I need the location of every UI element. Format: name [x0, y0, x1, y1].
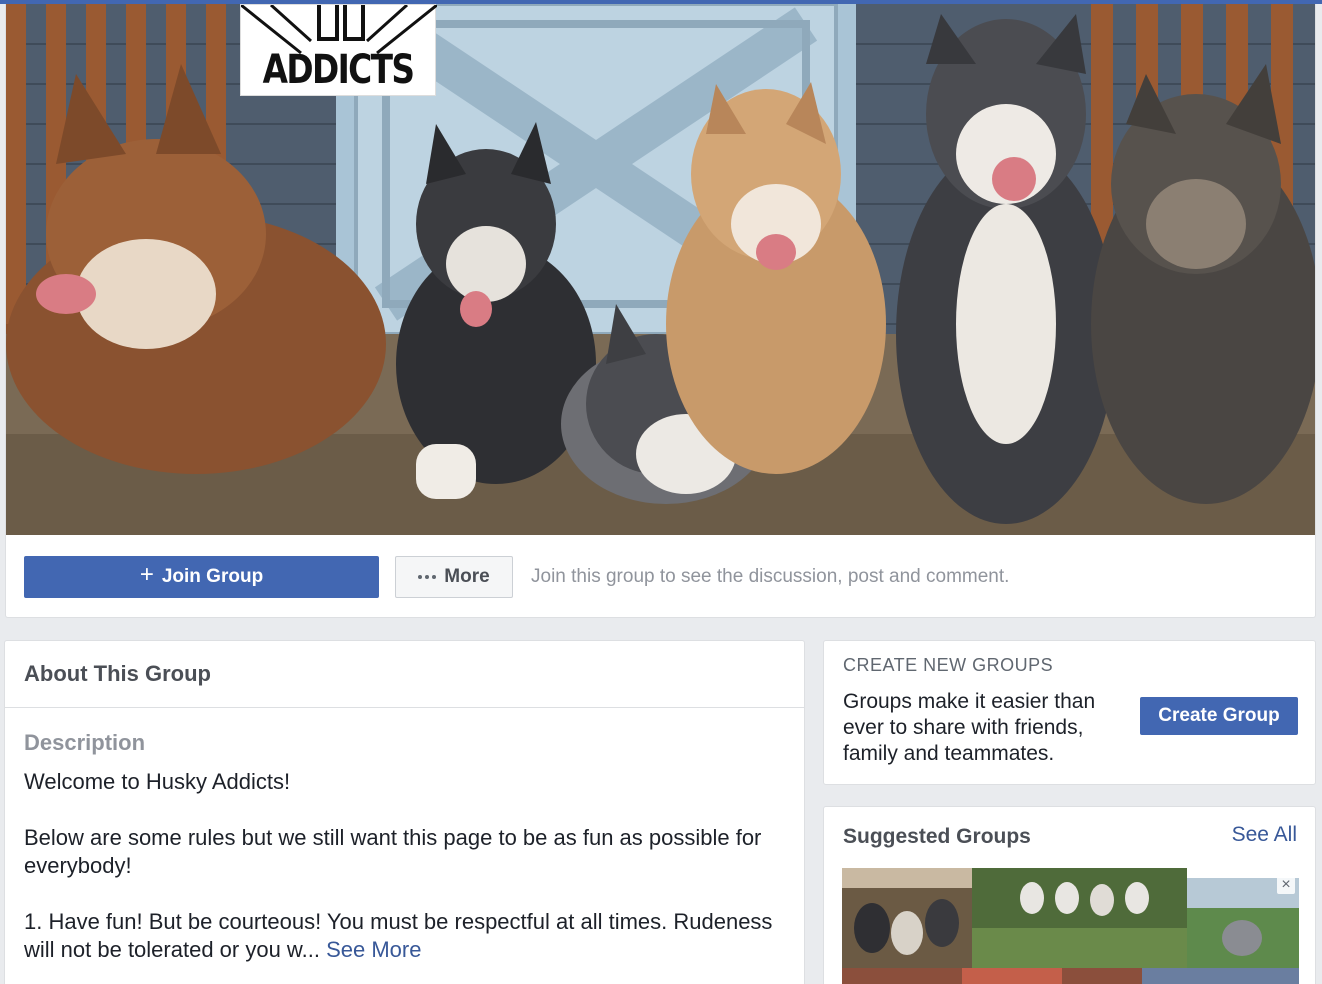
description-paragraph: 1. Have fun! But be courteous! You must … [24, 908, 785, 964]
create-groups-card: CREATE NEW GROUPS Groups make it easier … [823, 640, 1316, 785]
create-groups-header: CREATE NEW GROUPS [843, 655, 1054, 675]
join-group-button[interactable]: + Join Group [24, 556, 379, 598]
description-paragraph: Below are some rules but we still want t… [24, 825, 762, 878]
cover-photo: ADDICTS [6, 4, 1315, 535]
plus-icon: + [139, 561, 154, 588]
about-group-card: About This Group Description Welcome to … [4, 640, 805, 984]
more-label: More [444, 566, 490, 587]
group-cover-card: ADDICTS + Join Group More Join this grou… [5, 4, 1316, 618]
more-button[interactable]: More [395, 556, 513, 598]
dots-icon [418, 575, 437, 579]
join-group-label: Join Group [161, 566, 264, 587]
about-title: About This Group [5, 641, 804, 708]
create-group-button[interactable]: Create Group [1140, 697, 1298, 735]
see-more-link[interactable]: See More [326, 937, 421, 962]
see-all-link[interactable]: See All [1232, 823, 1297, 847]
group-logo: ADDICTS [240, 4, 437, 96]
suggested-groups-title: Suggested Groups [843, 825, 1031, 848]
description-body: Welcome to Husky Addicts! Below are some… [24, 768, 785, 964]
suggested-group-collage [842, 868, 1299, 984]
join-hint-text: Join this group to see the discussion, p… [531, 566, 1010, 587]
create-groups-text: Groups make it easier than ever to share… [843, 690, 1096, 765]
description-label: Description [24, 730, 146, 755]
logo-text: ADDICTS [262, 47, 415, 93]
group-actions: + Join Group More Join this group to see… [6, 535, 1315, 617]
close-icon[interactable]: × [1277, 876, 1295, 894]
suggested-group-image[interactable]: × [842, 868, 1299, 984]
suggested-groups-card: Suggested Groups See All × [823, 806, 1316, 984]
description-paragraph: Welcome to Husky Addicts! [24, 769, 291, 794]
cover-photo-image [6, 4, 1315, 535]
